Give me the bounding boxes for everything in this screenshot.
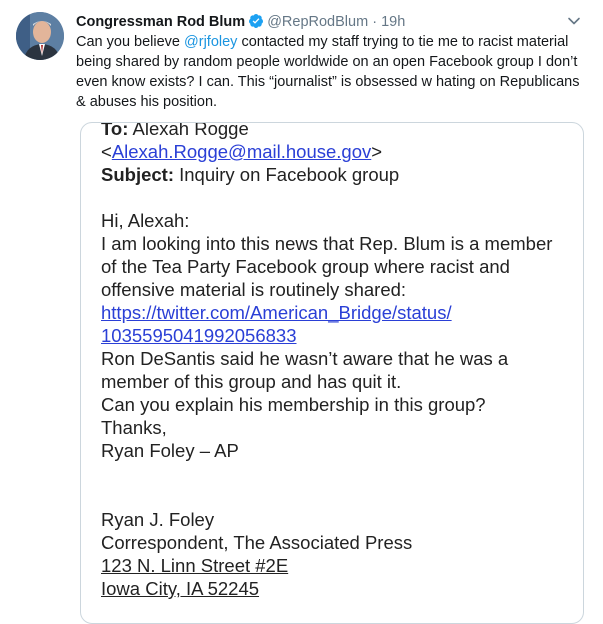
signature-city: Iowa City, IA 52245: [101, 578, 260, 599]
signature-street: 123 N. Linn Street #2E: [101, 555, 289, 576]
bracket: <: [101, 141, 112, 162]
signature-title: Correspondent, The Associated Press: [101, 532, 413, 553]
email-body-line: of the Tea Party Facebook group where ra…: [101, 256, 510, 277]
avatar-image: [16, 12, 64, 60]
email-address-link: Alexah.Rogge@mail.house.gov: [111, 141, 372, 162]
email-greeting: Hi, Alexah:: [101, 210, 190, 231]
subject-label: Subject:: [101, 164, 174, 185]
chevron-down-icon[interactable]: [567, 14, 581, 28]
avatar[interactable]: [16, 12, 64, 60]
email-body-line: Ron DeSantis said he wasn’t aware that h…: [101, 348, 509, 369]
email-subject-line: Subject: Inquiry on Facebook group: [101, 163, 571, 186]
attached-image[interactable]: To: Alexah Rogge <Alexah.Rogge@mail.hous…: [80, 122, 584, 624]
email-body-line: Ryan Foley – AP: [101, 440, 239, 461]
to-label: To:: [101, 122, 129, 139]
mention-link[interactable]: @rjfoley: [184, 34, 237, 50]
to-name: Alexah Rogge: [132, 122, 249, 139]
email-screenshot: To: Alexah Rogge <Alexah.Rogge@mail.hous…: [101, 122, 571, 600]
subject-text: Inquiry on Facebook group: [179, 164, 400, 185]
email-body-line: I am looking into this news that Rep. Bl…: [101, 233, 553, 254]
email-to-line: To: Alexah Rogge: [101, 122, 571, 140]
tweet-text: Can you believe @rjfoley contacted my st…: [76, 32, 591, 112]
tweet: Congressman Rod Blum @RepRodBlum · 19h Ca…: [0, 0, 603, 624]
email-link-line: https://twitter.com/American_Bridge/stat…: [101, 302, 452, 323]
tweet-header: Congressman Rod Blum @RepRodBlum · 19h: [76, 12, 405, 32]
signature-name: Ryan J. Foley: [101, 509, 215, 530]
email-address-line: <Alexah.Rogge@mail.house.gov>: [101, 140, 571, 163]
email-body-line: offensive material is routinely shared:: [101, 279, 407, 300]
verified-badge-icon: [249, 14, 264, 28]
email-body-line: Can you explain his membership in this g…: [101, 394, 486, 415]
email-body-line: member of this group and has quit it.: [101, 371, 402, 392]
time-separator: ·: [372, 14, 378, 30]
author-name[interactable]: Congressman Rod Blum: [76, 14, 245, 30]
tweet-text-part: Can you believe: [76, 34, 185, 50]
author-handle[interactable]: @RepRodBlum: [267, 14, 368, 30]
tweet-timestamp[interactable]: 19h: [381, 14, 405, 30]
email-link-line: 1035595041992056833: [101, 325, 297, 346]
email-body-line: Thanks,: [101, 417, 167, 438]
bracket: >: [371, 141, 383, 162]
